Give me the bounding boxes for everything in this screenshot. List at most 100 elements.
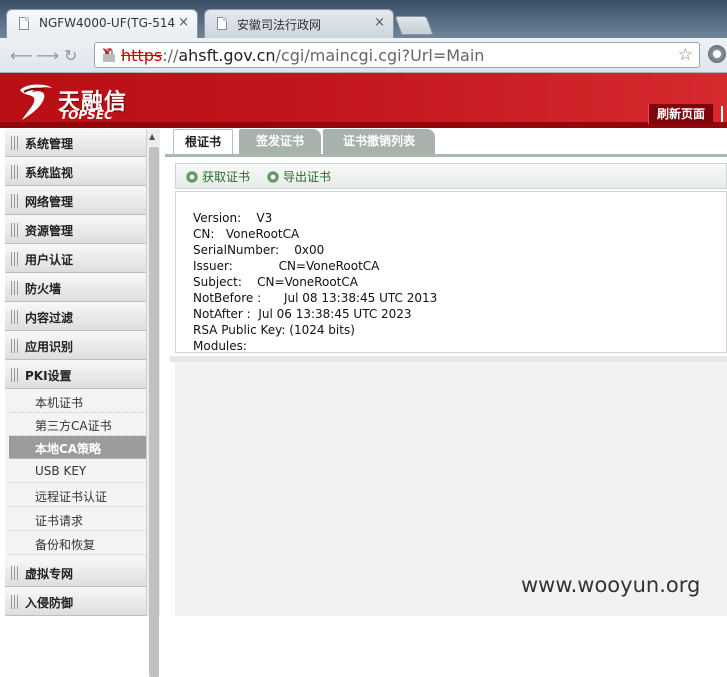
close-tab-icon[interactable]: × xyxy=(374,15,385,30)
new-tab-button[interactable] xyxy=(394,16,434,35)
sidebar-item-label: 入侵防御 xyxy=(25,596,74,610)
grip-icon xyxy=(11,194,19,208)
cert-lines: Version: V3 CN: VoneRootCA SerialNumber: 0… xyxy=(193,210,437,354)
sidebar-subitem-usb-key[interactable]: USB KEY xyxy=(9,460,146,483)
sidebar-subitem-label: 备份和恢复 xyxy=(35,538,96,552)
tab-root-cert[interactable]: 根证书 xyxy=(173,129,233,154)
sidebar-subitem-label: 本地CA策略 xyxy=(35,442,102,456)
bookmark-star-icon[interactable]: ☆ xyxy=(678,45,693,65)
browser-toolbar: ⟵ ⟶ ↻ ✕ https://ahsft.gov.cn/cgi/maincgi… xyxy=(0,38,727,73)
tab-crl[interactable]: 证书撤销列表 xyxy=(323,129,435,154)
sidebar-item-resource-management[interactable]: 资源管理 xyxy=(5,216,146,244)
get-cert-label: 获取证书 xyxy=(202,170,251,184)
browser-tab-strip: NGFW4000-UF(TG-514 × 安徽司法行政网 × xyxy=(0,0,727,38)
sidebar-item-label: 网络管理 xyxy=(25,195,74,209)
gear-icon xyxy=(267,171,279,183)
sidebar-item-label: 用户认证 xyxy=(25,253,74,267)
topsec-logo: 天融信 TOPSEC xyxy=(14,80,154,122)
cert-rsa-key: RSA Public Key: (1024 bits) xyxy=(193,323,355,337)
grip-icon xyxy=(11,223,19,237)
cert-cn: CN: VoneRootCA xyxy=(193,227,300,241)
sidebar-item-label: 内容过滤 xyxy=(25,311,74,325)
sidebar-item-app-identify[interactable]: 应用识别 xyxy=(5,332,146,360)
logo-text-en: TOPSEC xyxy=(60,108,113,122)
grip-icon xyxy=(11,136,19,150)
main-panel: 根证书 签发证书 证书撤销列表 获取证书 导出证书 Version: V3 CN:… xyxy=(165,128,727,616)
watermark: www.wooyun.org xyxy=(521,573,701,597)
sidebar-subitem-remote-cert-auth[interactable]: 远程证书认证 xyxy=(9,484,146,507)
sidebar-menu: 系统管理 系统监视 网络管理 资源管理 用户认证 防火墙 内容过滤 应用识别 P… xyxy=(5,129,147,616)
cert-version: Version: V3 xyxy=(193,211,273,225)
sidebar-item-label: 系统监视 xyxy=(25,166,74,180)
url-text[interactable]: https://ahsft.gov.cn/cgi/maincgi.cgi?Url… xyxy=(121,46,484,65)
action-bar: 获取证书 导出证书 xyxy=(175,163,727,189)
sidebar-subitem-label: 第三方CA证书 xyxy=(35,419,112,433)
sidebar-item-label: 防火墙 xyxy=(25,282,62,296)
sidebar-item-vpn[interactable]: 虚拟专网 xyxy=(5,559,146,587)
sidebar-subitem-label: 本机证书 xyxy=(35,396,84,410)
url-scheme: https xyxy=(121,46,163,65)
sidebar-item-content-filter[interactable]: 内容过滤 xyxy=(5,303,146,331)
sidebar-subitem-label: USB KEY xyxy=(35,464,87,478)
sidebar-item-label: 应用识别 xyxy=(25,340,74,354)
sidebar-scrollbar[interactable]: ▲ xyxy=(146,129,160,677)
cert-notafter: NotAfter : Jul 06 13:38:45 UTC 2023 xyxy=(193,307,412,321)
grip-icon xyxy=(11,252,19,266)
settings-icon[interactable] xyxy=(708,45,726,63)
grip-icon xyxy=(11,310,19,324)
back-arrow-icon[interactable]: ⟵ xyxy=(10,46,33,65)
sidebar-subitem-third-party-ca[interactable]: 第三方CA证书 xyxy=(9,413,146,436)
sidebar-item-label: 资源管理 xyxy=(25,224,74,238)
url-host: ahsft.gov.cn xyxy=(178,46,276,65)
sidebar-item-user-auth[interactable]: 用户认证 xyxy=(5,245,146,273)
export-cert-label: 导出证书 xyxy=(283,170,332,184)
sidebar-subitem-label: 远程证书认证 xyxy=(35,490,108,504)
tab-title: 安徽司法行政网 xyxy=(237,18,322,32)
browser-tab-active[interactable]: NGFW4000-UF(TG-514 × xyxy=(6,9,198,38)
url-separator: :// xyxy=(162,46,179,65)
close-tab-icon[interactable]: × xyxy=(178,15,189,30)
logo-swoosh-icon xyxy=(20,84,52,120)
sidebar-item-network-management[interactable]: 网络管理 xyxy=(5,187,146,215)
scroll-up-arrow-icon[interactable]: ▲ xyxy=(149,132,155,141)
sidebar-subitem-backup-restore[interactable]: 备份和恢复 xyxy=(9,532,146,555)
grip-icon xyxy=(11,595,19,609)
export-cert-button[interactable]: 导出证书 xyxy=(267,168,331,185)
sidebar-item-system-management[interactable]: 系统管理 xyxy=(5,129,146,157)
sidebar-subitem-local-ca-policy[interactable]: 本地CA策略 xyxy=(9,436,146,459)
grip-icon xyxy=(11,566,19,580)
cert-tabs: 根证书 签发证书 证书撤销列表 xyxy=(165,128,727,157)
insecure-lock-icon[interactable]: ✕ xyxy=(101,46,115,62)
sidebar-item-ips[interactable]: 入侵防御 xyxy=(5,588,146,616)
refresh-page-button[interactable]: 刷新页面 xyxy=(647,104,713,124)
sidebar-subitem-cert-request[interactable]: 证书请求 xyxy=(9,508,146,531)
page-icon xyxy=(19,17,29,30)
tab-issued-cert[interactable]: 签发证书 xyxy=(239,129,321,154)
cert-issuer: Issuer: CN=VoneRootCA xyxy=(193,259,380,273)
sidebar-item-label: 系统管理 xyxy=(25,137,74,151)
browser-tab[interactable]: 安徽司法行政网 × xyxy=(204,9,394,38)
grip-icon xyxy=(11,339,19,353)
header-divider xyxy=(721,106,723,122)
gear-icon xyxy=(186,171,198,183)
reload-icon[interactable]: ↻ xyxy=(64,46,77,65)
grip-icon xyxy=(11,368,19,382)
scrollbar-thumb[interactable] xyxy=(149,147,159,677)
sidebar-item-pki-settings[interactable]: PKI设置 xyxy=(5,361,146,389)
cert-notbefore: NotBefore : Jul 08 13:38:45 UTC 2013 xyxy=(193,291,438,305)
url-path: /cgi/maincgi.cgi?Url=Main xyxy=(275,46,485,65)
page-icon xyxy=(217,17,227,30)
grip-icon xyxy=(11,165,19,179)
cert-serial: SerialNumber: 0x00 xyxy=(193,243,325,257)
cert-subject: Subject: CN=VoneRootCA xyxy=(193,275,358,289)
grip-icon xyxy=(11,281,19,295)
sidebar-item-label: PKI设置 xyxy=(25,369,72,383)
sidebar-subitem-local-cert[interactable]: 本机证书 xyxy=(9,390,146,413)
tab-title: NGFW4000-UF(TG-514 xyxy=(39,16,176,30)
address-bar[interactable]: ✕ https://ahsft.gov.cn/cgi/maincgi.cgi?U… xyxy=(94,42,700,68)
sidebar-item-system-monitor[interactable]: 系统监视 xyxy=(5,158,146,186)
forward-arrow-icon[interactable]: ⟶ xyxy=(36,46,59,65)
cert-details: Version: V3 CN: VoneRootCA SerialNumber: 0… xyxy=(175,191,727,353)
get-cert-button[interactable]: 获取证书 xyxy=(186,168,250,185)
sidebar-item-firewall[interactable]: 防火墙 xyxy=(5,274,146,302)
